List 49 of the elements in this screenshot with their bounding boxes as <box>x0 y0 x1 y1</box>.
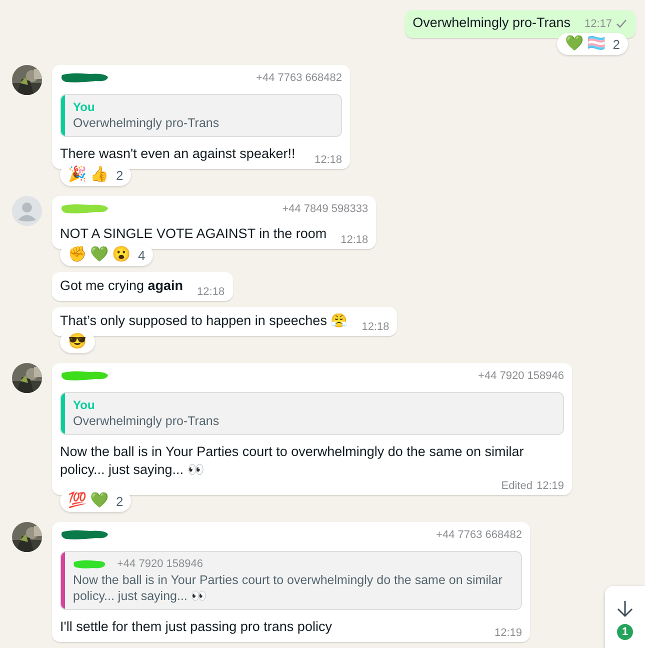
sender-phone: +44 7763 668482 <box>436 528 522 543</box>
quoted-message[interactable]: +44 7920 158946 Now the ball is in Your Parties court to overwhelmingly do the same on similar policy... just saying... 👀 <box>60 551 522 610</box>
sender-phone: +44 7920 158946 <box>478 369 564 384</box>
arrow-down-icon <box>617 600 633 618</box>
message-time: 12:19 <box>494 626 522 640</box>
message-time: 12:18 <box>362 320 390 334</box>
quote-phone: +44 7920 158946 <box>117 557 203 572</box>
reaction-count: 2 <box>612 36 620 52</box>
edited-label: Edited <box>501 479 532 493</box>
reaction-emoji: 🎉 <box>68 166 87 184</box>
reaction-emoji: 🏳‍⚧ <box>586 35 606 53</box>
quote-text: Now the ball is in Your Parties court to overwhelmingly do the same on similar policy... just saying... 👀 <box>73 572 504 604</box>
quote-author: You <box>73 99 96 115</box>
reaction-count: 4 <box>138 248 146 262</box>
reaction-emoji: 💯 <box>68 492 87 510</box>
message-text: That’s only supposed to happen in speeches 😤 <box>60 312 348 330</box>
quote-author: You <box>73 397 96 413</box>
message-text: NOT A SINGLE VOTE AGAINST in the room <box>60 225 327 243</box>
sender-phone: +44 7849 598333 <box>282 202 368 217</box>
reaction-pill[interactable]: 💯 💚 2 <box>60 490 132 512</box>
reaction-emoji: ✊ <box>68 246 87 264</box>
sender-phone: +44 7763 668482 <box>256 71 342 86</box>
message-time: 12:17 <box>584 17 612 31</box>
reaction-emoji: 💚 <box>90 246 109 264</box>
reaction-pill[interactable]: 🎉 👍 2 <box>60 164 132 186</box>
unread-badge: 1 <box>617 624 633 640</box>
quote-text: Overwhelmingly pro-Trans <box>73 115 220 131</box>
message-text: There wasn't even an against speaker!! <box>60 145 296 163</box>
reaction-emoji: 💚 <box>564 35 584 53</box>
message-time: 12:18 <box>340 233 368 247</box>
scroll-down-button[interactable]: 1 <box>605 586 645 648</box>
quoted-message[interactable]: You Overwhelmingly pro-Trans <box>60 392 564 435</box>
message-text: Got me crying again <box>60 277 184 295</box>
message-text: Now the ball is in Your Parties court to overwhelmingly do the same on similar policy... just saying... 👀 <box>60 443 525 479</box>
reaction-emoji: 💚 <box>90 492 109 510</box>
reaction-emoji: 😮 <box>112 246 131 264</box>
reaction-count: 2 <box>116 168 124 182</box>
message-time: 12:18 <box>314 153 342 167</box>
message-text: Overwhelmingly pro-Trans <box>412 14 570 32</box>
reaction-count: 2 <box>116 494 124 508</box>
reaction-pill[interactable]: ✊ 💚 😮 4 <box>60 244 154 266</box>
message-time: 12:19 <box>536 479 564 493</box>
quote-text: Overwhelmingly pro-Trans <box>73 413 220 429</box>
reaction-pill[interactable]: 💚 🏳‍⚧ 2 <box>556 33 628 55</box>
message-time: 12:18 <box>197 285 225 299</box>
quoted-message[interactable]: You Overwhelmingly pro-Trans <box>60 94 342 137</box>
message-text: I'll settle for them just passing pro trans policy <box>60 618 332 636</box>
reaction-emoji: 👍 <box>90 166 109 184</box>
reaction-emoji: 😎 <box>68 333 87 351</box>
